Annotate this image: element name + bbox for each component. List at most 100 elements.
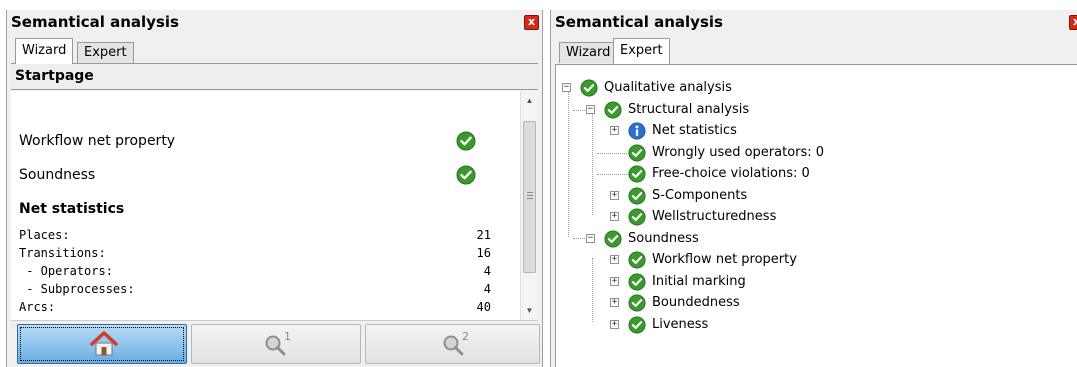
scroll-up-arrow-icon[interactable]: ▲ [521,93,538,109]
page-header: Startpage [11,64,538,90]
tree-node-s-components[interactable]: + S-Components [556,187,856,205]
tree-node-label: Wrongly used operators: 0 [652,145,825,160]
expand-icon[interactable]: + [610,126,619,135]
stat-value: 4 [483,282,491,296]
step-badge: 2 [462,330,469,343]
expand-icon[interactable]: + [610,212,619,221]
tree-node-label: Structural analysis [628,102,750,117]
net-statistics-title: Net statistics [19,201,125,217]
stat-row: Arcs: 40 [19,300,491,317]
semantical-analysis-wizard-panel: Semantical analysis x Wizard Expert Star… [6,10,543,367]
check-icon [628,165,646,183]
semantical-analysis-expert-panel: Semantical analysis x Wizard Expert − Qu… [550,10,1077,367]
home-icon [90,331,118,356]
tree-node-free-choice-violations[interactable]: Free-choice violations: 0 [556,165,876,183]
stat-row: - Subprocesses: 4 [19,282,491,299]
collapse-icon[interactable]: − [562,83,571,92]
expand-icon[interactable]: + [610,298,619,307]
collapse-icon[interactable]: − [586,234,595,243]
tree-node-label: S-Components [652,188,748,203]
step-badge: 1 [284,330,291,343]
soundness-row: Soundness [19,165,488,187]
stat-label: - Operators: [19,264,113,278]
check-icon [604,101,622,119]
stat-label: Places: [19,228,70,242]
tab-expert[interactable]: Expert [613,38,670,64]
stat-value: 4 [483,264,491,278]
workflow-net-property-row: Workflow net property [19,131,488,153]
expand-icon[interactable]: + [610,277,619,286]
check-icon [604,230,622,248]
analysis-step-1-button[interactable]: 1 [191,324,361,364]
stat-value: 21 [476,228,491,242]
expand-icon[interactable]: + [610,191,619,200]
scroll-down-arrow-icon[interactable]: ▼ [521,303,538,319]
tree-node-label: Liveness [652,317,709,332]
page-title: Startpage [15,68,94,84]
expand-icon[interactable]: + [610,255,619,264]
check-icon [628,208,646,226]
stat-value: 40 [476,300,491,314]
close-button[interactable]: x [524,15,539,30]
magnifier-icon [265,335,286,356]
check-icon [628,273,646,291]
tree-node-wrongly-used-operators[interactable]: Wrongly used operators: 0 [556,144,876,162]
check-icon [628,144,646,162]
panel-titlebar: Semantical analysis x [7,10,542,34]
tab-wizard[interactable]: Wizard [559,42,618,63]
analysis-tree: − Qualitative analysis − Structural anal… [555,64,1077,367]
stat-label: - Subprocesses: [19,282,135,296]
scroll-thumb[interactable] [523,121,536,273]
magnifier-icon [443,335,464,356]
tree-node-boundedness[interactable]: + Boundedness [556,294,856,312]
check-icon [580,79,598,97]
property-label: Soundness [19,167,96,183]
tree-node-qualitative-analysis[interactable]: − Qualitative analysis [556,79,856,97]
check-icon [628,187,646,205]
stat-row: Places: 21 [19,228,491,245]
expand-icon[interactable]: + [610,320,619,329]
stat-row: - Operators: 4 [19,264,491,281]
stat-row: Transitions: 16 [19,246,491,263]
stat-label: Transitions: [19,246,106,260]
panel-title: Semantical analysis [555,13,723,31]
tree-node-initial-marking[interactable]: + Initial marking [556,273,856,291]
vertical-scrollbar[interactable]: ▲ ▼ [520,91,538,320]
analysis-step-2-button[interactable]: 2 [365,324,540,364]
tree-node-label: Soundness [628,231,699,246]
tree-node-soundness[interactable]: − Soundness [556,230,856,248]
tab-wizard[interactable]: Wizard [15,38,74,64]
tree-node-label: Free-choice violations: 0 [652,166,810,181]
grip-line [527,195,533,196]
tree-node-liveness[interactable]: + Liveness [556,316,856,334]
tree-node-label: Wellstructuredness [652,209,777,224]
startpage-content: Workflow net property Soundness Net stat… [11,91,538,321]
panel-title: Semantical analysis [11,13,179,31]
grip-line [527,198,533,199]
wizard-button-bar: 1 2 [13,324,540,364]
tree-node-label: Workflow net property [652,252,797,267]
property-label: Workflow net property [19,133,176,149]
tree-node-label: Net statistics [652,123,737,138]
check-icon [628,316,646,334]
home-button[interactable] [17,324,187,364]
tree-node-net-statistics[interactable]: + Net statistics [556,122,856,140]
panel-titlebar: Semantical analysis x [551,10,1077,34]
collapse-icon[interactable]: − [586,105,595,114]
check-icon [628,294,646,312]
stat-value: 16 [476,246,491,260]
stat-label: Arcs: [19,300,56,314]
close-button[interactable]: x [1069,15,1077,30]
tree-node-structural-analysis[interactable]: − Structural analysis [556,101,856,119]
check-icon [456,131,476,155]
tree-node-wellstructuredness[interactable]: + Wellstructuredness [556,208,856,226]
check-icon [456,165,476,189]
tab-expert[interactable]: Expert [77,42,134,63]
tree-node-label: Qualitative analysis [604,80,732,95]
tree-node-label: Boundedness [652,295,740,310]
tree-node-workflow-net-property[interactable]: + Workflow net property [556,251,856,269]
check-icon [628,251,646,269]
tree-node-label: Initial marking [652,274,746,289]
info-icon [628,122,646,140]
grip-line [527,192,533,193]
